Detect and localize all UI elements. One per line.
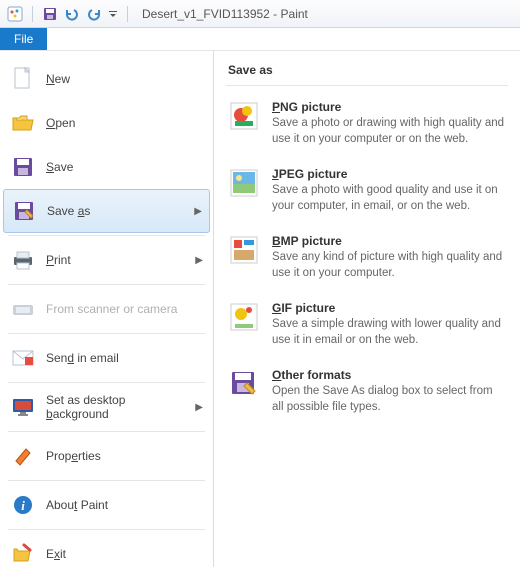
menu-item-save[interactable]: Save	[0, 145, 213, 189]
menu-label: Exit	[46, 547, 203, 561]
menu-item-scanner: From scanner or camera	[0, 287, 213, 331]
redo-icon[interactable]	[85, 5, 103, 23]
menu-item-print[interactable]: Print ▶	[0, 238, 213, 282]
customize-dropdown-icon[interactable]	[107, 5, 119, 23]
menu-label: Set as desktop background	[46, 393, 185, 421]
open-icon	[10, 110, 36, 136]
menu-label: Save as	[47, 204, 184, 218]
save-icon	[10, 154, 36, 180]
saveas-item-other[interactable]: Other formats Open the Save As dialog bo…	[226, 362, 508, 429]
separator	[32, 6, 33, 22]
separator	[8, 480, 205, 481]
file-tab-label: File	[14, 32, 33, 46]
menu-label: Save	[46, 160, 203, 174]
saveas-item-jpeg[interactable]: JPEG picture Save a photo with good qual…	[226, 161, 508, 228]
window-title: Desert_v1_FVID113952 - Paint	[142, 7, 308, 21]
menu-item-save-as[interactable]: Save as ▶	[3, 189, 210, 233]
menu-label: About Paint	[46, 498, 203, 512]
saveas-title: Other formats	[272, 368, 506, 382]
titlebar: Desert_v1_FVID113952 - Paint	[0, 0, 520, 28]
new-icon	[10, 66, 36, 92]
menu-item-exit[interactable]: Exit	[0, 532, 213, 576]
chevron-right-icon: ▶	[195, 402, 203, 413]
separator	[127, 6, 128, 22]
menubar: File	[0, 28, 520, 51]
saveas-title: JPEG picture	[272, 167, 506, 181]
saveas-desc: Save a photo or drawing with high qualit…	[272, 116, 506, 147]
menu-item-new[interactable]: New	[0, 57, 213, 101]
menu-item-open[interactable]: Open	[0, 101, 213, 145]
print-icon	[10, 247, 36, 273]
email-icon	[10, 345, 36, 371]
file-menu-panel: New Open Save Save as ▶ Prin	[0, 51, 520, 567]
chevron-right-icon: ▶	[195, 255, 203, 266]
saveas-text: JPEG picture Save a photo with good qual…	[272, 167, 506, 214]
info-icon: i	[10, 492, 36, 518]
file-tab[interactable]: File	[0, 28, 47, 50]
saveas-title: PNG picture	[272, 100, 506, 114]
saveas-desc: Save any kind of picture with high quali…	[272, 250, 506, 281]
scanner-icon	[10, 296, 36, 322]
separator	[8, 333, 205, 334]
save-as-submenu: Save as PNG picture Save a photo or draw…	[214, 51, 520, 567]
saveas-desc: Open the Save As dialog box to select fr…	[272, 384, 506, 415]
menu-item-properties[interactable]: Properties	[0, 434, 213, 478]
menu-label: Print	[46, 253, 185, 267]
file-menu-left: New Open Save Save as ▶ Prin	[0, 51, 214, 567]
separator	[8, 235, 205, 236]
menu-item-desktop-background[interactable]: Set as desktop background ▶	[0, 385, 213, 429]
menu-label: From scanner or camera	[46, 302, 203, 316]
gif-icon	[228, 301, 260, 333]
bmp-icon	[228, 234, 260, 266]
save-icon[interactable]	[41, 5, 59, 23]
menu-item-email[interactable]: Send in email	[0, 336, 213, 380]
separator	[8, 431, 205, 432]
saveas-text: GIF picture Save a simple drawing with l…	[272, 301, 506, 348]
app-icon	[6, 5, 24, 23]
menu-item-about[interactable]: i About Paint	[0, 483, 213, 527]
menu-label: Send in email	[46, 351, 203, 365]
saveas-title: BMP picture	[272, 234, 506, 248]
properties-icon	[10, 443, 36, 469]
other-formats-icon	[228, 368, 260, 400]
saveas-item-png[interactable]: PNG picture Save a photo or drawing with…	[226, 94, 508, 161]
saveas-text: BMP picture Save any kind of picture wit…	[272, 234, 506, 281]
separator	[8, 529, 205, 530]
saveas-desc: Save a photo with good quality and use i…	[272, 183, 506, 214]
desktop-icon	[10, 394, 36, 420]
saveas-item-bmp[interactable]: BMP picture Save any kind of picture wit…	[226, 228, 508, 295]
menu-label: Properties	[46, 449, 203, 463]
submenu-header: Save as	[226, 59, 508, 86]
saveas-title: GIF picture	[272, 301, 506, 315]
undo-icon[interactable]	[63, 5, 81, 23]
menu-label: New	[46, 72, 203, 86]
png-icon	[228, 100, 260, 132]
saveas-text: Other formats Open the Save As dialog bo…	[272, 368, 506, 415]
menu-label: Open	[46, 116, 203, 130]
jpeg-icon	[228, 167, 260, 199]
exit-icon	[10, 541, 36, 567]
saveas-item-gif[interactable]: GIF picture Save a simple drawing with l…	[226, 295, 508, 362]
separator	[8, 284, 205, 285]
svg-text:i: i	[21, 498, 25, 513]
saveas-text: PNG picture Save a photo or drawing with…	[272, 100, 506, 147]
separator	[8, 382, 205, 383]
saveas-desc: Save a simple drawing with lower quality…	[272, 317, 506, 348]
chevron-right-icon: ▶	[194, 206, 202, 217]
save-as-icon	[11, 198, 37, 224]
